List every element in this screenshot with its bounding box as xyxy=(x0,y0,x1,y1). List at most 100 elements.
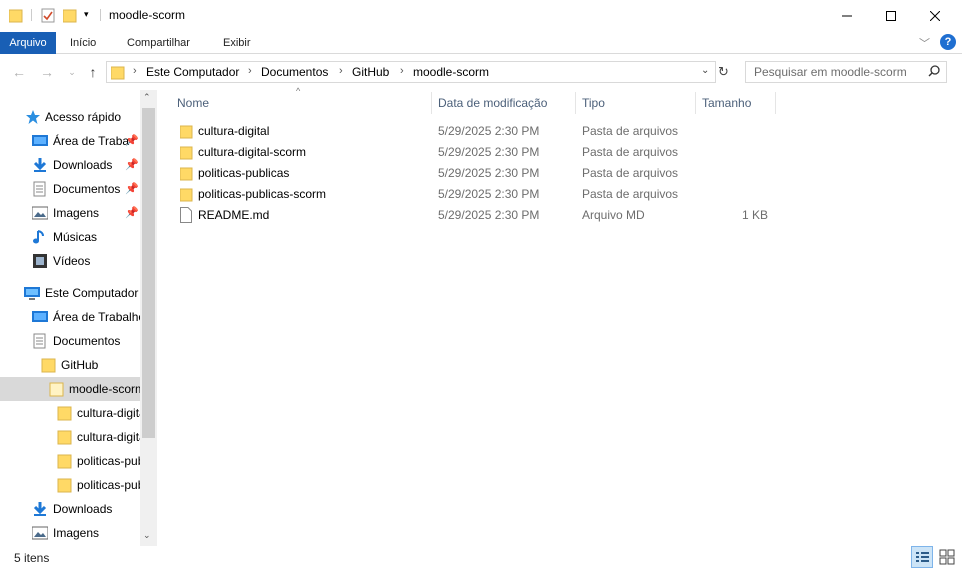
file-name: cultura-digital xyxy=(198,124,270,138)
scroll-down-icon[interactable]: ⌄ xyxy=(143,530,151,541)
nav-imagens[interactable]: Imagens xyxy=(0,521,140,545)
ribbon-tabs: Arquivo Início Compartilhar Exibir ﹀ ? xyxy=(0,32,962,54)
breadcrumb-separator: › xyxy=(248,65,252,77)
item-count: 5 itens xyxy=(14,551,50,565)
recent-locations-button[interactable]: ⌄ xyxy=(63,63,81,81)
file-name: README.md xyxy=(198,208,270,222)
column-header-tipo[interactable]: Tipo xyxy=(582,95,605,115)
folder-icon xyxy=(49,381,65,397)
file-date: 5/29/2025 2:30 PM xyxy=(438,187,540,201)
chevron-down-icon: ⌄ xyxy=(68,66,76,77)
nav-cultura-digital[interactable]: cultura-digital xyxy=(0,401,140,425)
document-icon xyxy=(32,333,48,349)
document-icon xyxy=(32,181,48,197)
file-date: 5/29/2025 2:30 PM xyxy=(438,145,540,159)
tab-inicio[interactable]: Início xyxy=(70,32,96,54)
breadcrumb-github[interactable]: GitHub xyxy=(352,65,389,79)
file-date: 5/29/2025 2:30 PM xyxy=(438,208,540,222)
maximize-button[interactable] xyxy=(868,0,914,32)
download-icon xyxy=(32,157,48,173)
file-row[interactable]: cultura-digital 5/29/2025 2:30 PM Pasta … xyxy=(176,121,776,142)
nav-downloads[interactable]: Downloads xyxy=(0,497,140,521)
close-icon xyxy=(930,11,940,21)
title-bar: ▾ moodle-scorm xyxy=(0,0,962,32)
scroll-up-icon[interactable]: ⌃ xyxy=(143,92,151,103)
details-view-icon xyxy=(916,552,929,562)
breadcrumb-este-computador[interactable]: Este Computador xyxy=(146,65,239,79)
minimize-icon xyxy=(842,15,852,17)
back-button[interactable]: ← xyxy=(10,63,28,81)
nav-downloads-pinned[interactable]: Downloads 📌 xyxy=(0,153,140,177)
folder-icon xyxy=(179,186,194,205)
properties-icon[interactable] xyxy=(41,7,55,26)
nav-github[interactable]: GitHub xyxy=(0,353,140,377)
file-type: Pasta de arquivos xyxy=(582,166,679,180)
details-view-button[interactable] xyxy=(911,546,933,568)
file-size: 1 KB xyxy=(741,208,768,222)
nav-area-de-trabalho[interactable]: Área de Trabalho xyxy=(0,305,140,329)
nav-politicas-publicas[interactable]: politicas-publicas xyxy=(0,449,140,473)
nav-musicas[interactable]: Músicas xyxy=(0,225,140,249)
folder-icon xyxy=(57,405,73,421)
forward-button[interactable]: → xyxy=(38,63,56,81)
up-button[interactable]: ↑ xyxy=(84,63,102,81)
folder-icon xyxy=(41,357,57,373)
breadcrumb-moodle-scorm[interactable]: moodle-scorm xyxy=(413,65,489,79)
column-divider[interactable] xyxy=(431,92,432,114)
large-icons-view-button[interactable] xyxy=(936,546,958,568)
close-button[interactable] xyxy=(912,0,958,32)
pin-icon: 📌 xyxy=(125,135,139,147)
folder-icon xyxy=(179,123,194,142)
breadcrumb-separator: › xyxy=(400,65,404,77)
file-row[interactable]: README.md 5/29/2025 2:30 PM Arquivo MD 1… xyxy=(176,205,776,226)
column-divider[interactable] xyxy=(695,92,696,114)
search-icon[interactable] xyxy=(928,64,940,81)
file-row[interactable]: politicas-publicas-scorm 5/29/2025 2:30 … xyxy=(176,184,776,205)
nav-este-computador[interactable]: Este Computador xyxy=(0,281,140,305)
nav-moodle-scorm[interactable]: moodle-scorm xyxy=(0,377,140,401)
help-icon[interactable]: ? xyxy=(940,34,956,50)
tab-exibir[interactable]: Exibir xyxy=(223,32,251,54)
pin-icon: 📌 xyxy=(125,207,139,219)
column-header-tamanho[interactable]: Tamanho xyxy=(702,95,751,115)
chevron-down-icon[interactable]: ⌄ xyxy=(701,65,709,76)
refresh-icon[interactable]: ↻ xyxy=(718,64,729,80)
download-icon xyxy=(32,501,48,517)
nav-politicas-publicas-scorm[interactable]: politicas-publicas-scorm xyxy=(0,473,140,497)
file-date: 5/29/2025 2:30 PM xyxy=(438,166,540,180)
search-input[interactable] xyxy=(746,62,926,82)
qa-dropdown-icon[interactable]: ▾ xyxy=(84,9,89,20)
file-row[interactable]: cultura-digital-scorm 5/29/2025 2:30 PM … xyxy=(176,142,776,163)
ribbon-expand-icon[interactable]: ﹀ xyxy=(919,35,930,51)
navigation-pane: Acesso rápido Área de Traba 📌 Downloads … xyxy=(0,90,157,546)
nav-cultura-digital-scorm[interactable]: cultura-digital-scorm xyxy=(0,425,140,449)
tab-arquivo[interactable]: Arquivo xyxy=(0,32,56,54)
nav-videos[interactable]: Vídeos xyxy=(0,249,140,273)
file-name: politicas-publicas-scorm xyxy=(198,187,327,201)
address-bar[interactable]: › Este Computador › Documentos › GitHub … xyxy=(106,61,716,83)
nav-area-de-trabalho-pinned[interactable]: Área de Traba 📌 xyxy=(0,129,140,153)
new-folder-icon[interactable] xyxy=(62,7,77,26)
nav-acesso-rapido[interactable]: Acesso rápido xyxy=(0,105,140,129)
file-name: cultura-digital-scorm xyxy=(198,145,307,159)
file-name: politicas-publicas xyxy=(198,166,290,180)
file-row[interactable]: politicas-publicas 5/29/2025 2:30 PM Pas… xyxy=(176,163,776,184)
column-divider[interactable] xyxy=(775,92,776,114)
column-header-data[interactable]: Data de modificação xyxy=(438,95,547,115)
maximize-icon xyxy=(886,11,896,21)
image-icon xyxy=(31,525,49,541)
desktop-icon xyxy=(32,309,48,325)
nav-documentos[interactable]: Documentos xyxy=(0,329,140,353)
status-bar: 5 itens xyxy=(0,546,962,570)
column-divider[interactable] xyxy=(575,92,576,114)
breadcrumb-documentos[interactable]: Documentos xyxy=(261,65,328,79)
tab-compartilhar[interactable]: Compartilhar xyxy=(127,32,190,54)
nav-scrollbar-thumb[interactable] xyxy=(142,108,155,438)
minimize-button[interactable] xyxy=(824,0,870,32)
arrow-right-icon: → xyxy=(40,64,54,80)
arrow-left-icon: ← xyxy=(12,64,26,80)
window-title: moodle-scorm xyxy=(109,8,186,22)
nav-documentos-pinned[interactable]: Documentos 📌 xyxy=(0,177,140,201)
column-header-nome[interactable]: Nome xyxy=(177,95,209,115)
nav-imagens-pinned[interactable]: Imagens 📌 xyxy=(0,201,140,225)
